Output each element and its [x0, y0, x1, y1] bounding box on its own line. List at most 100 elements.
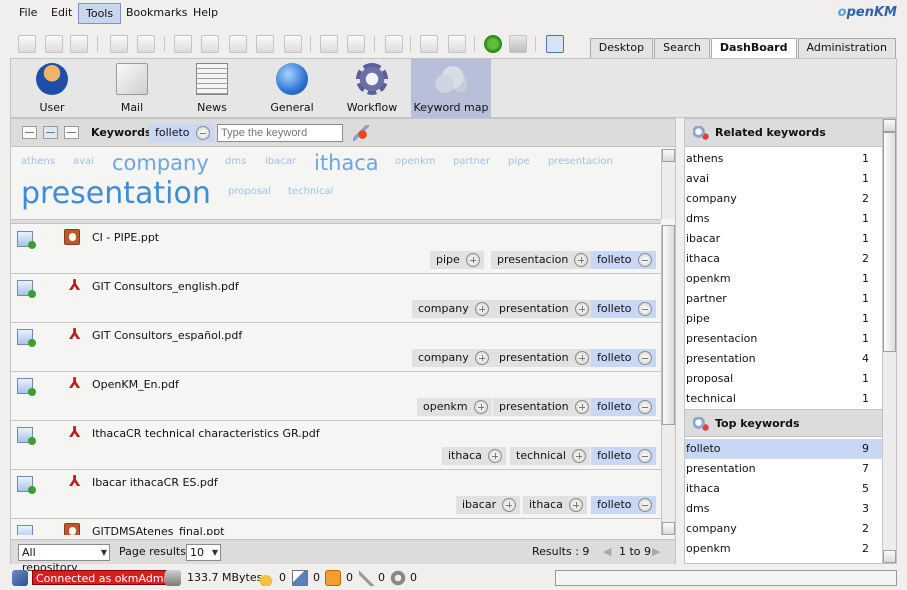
- cloud-keyword[interactable]: avai: [73, 156, 94, 167]
- related-keyword-row[interactable]: dms 1: [685, 209, 882, 229]
- table-row[interactable]: OpenKM_En.pdf openkm presentation follet…: [11, 372, 661, 421]
- keyword-chip[interactable]: folleto: [591, 496, 656, 514]
- clean-keywords-icon[interactable]: [353, 125, 369, 141]
- related-keyword-row[interactable]: presentation 4: [685, 349, 882, 369]
- related-keyword-row[interactable]: ithaca 2: [685, 249, 882, 269]
- scroll-thumb[interactable]: [662, 225, 675, 425]
- add-keyword-icon[interactable]: [574, 351, 589, 365]
- add-keyword-icon[interactable]: [574, 302, 589, 316]
- remove-keyword-icon[interactable]: [637, 400, 652, 414]
- add-keyword-icon[interactable]: [574, 400, 589, 414]
- page-results-select[interactable]: 10: [186, 544, 221, 561]
- top-keyword-row[interactable]: folleto 9: [685, 439, 882, 459]
- cloud-keyword[interactable]: dms: [225, 156, 246, 167]
- tab-administration[interactable]: Administration: [797, 38, 896, 58]
- cloud-keyword[interactable]: technical: [288, 186, 333, 197]
- view-medium-icon[interactable]: [43, 126, 58, 139]
- cloud-keyword[interactable]: proposal: [228, 186, 271, 197]
- table-row[interactable]: GIT Consultors_español.pdf company prese…: [11, 323, 661, 372]
- related-keyword-row[interactable]: company 2: [685, 189, 882, 209]
- keyword-chip[interactable]: presentation: [493, 398, 593, 416]
- keyword-chip[interactable]: folleto: [591, 300, 656, 318]
- add-to-clipboard-icon[interactable]: [17, 231, 36, 249]
- keyword-chip[interactable]: folleto: [591, 349, 656, 367]
- add-keyword-icon[interactable]: [474, 302, 489, 316]
- table-row[interactable]: GITDMSAtenes_final.ppt: [11, 519, 661, 535]
- add-keyword-icon[interactable]: [574, 253, 589, 267]
- keyword-chip[interactable]: ithaca: [523, 496, 587, 514]
- tab-desktop[interactable]: Desktop: [589, 38, 654, 58]
- document-name[interactable]: IthacaCR technical characteristics GR.pd…: [92, 427, 320, 440]
- document-name[interactable]: GIT Consultors_english.pdf: [92, 280, 239, 293]
- related-keyword-row[interactable]: athens 1: [685, 149, 882, 169]
- keyword-chip[interactable]: company: [412, 349, 493, 367]
- dash-tool-general[interactable]: General: [252, 59, 332, 118]
- mail-icon[interactable]: [325, 570, 341, 586]
- add-keyword-icon[interactable]: [473, 400, 488, 414]
- keyword-chip[interactable]: folleto: [591, 251, 656, 269]
- related-keyword-row[interactable]: proposal 1: [685, 369, 882, 389]
- view-large-icon[interactable]: [64, 126, 79, 139]
- cloud-keyword[interactable]: company: [112, 151, 209, 175]
- menu-help[interactable]: Help: [186, 3, 225, 24]
- cloud-keyword[interactable]: openkm: [395, 156, 436, 167]
- add-keyword-icon[interactable]: [474, 351, 489, 365]
- remove-keyword-icon[interactable]: [637, 351, 652, 365]
- add-to-clipboard-icon[interactable]: [17, 280, 36, 298]
- cancel-checkout-icon[interactable]: [284, 35, 302, 53]
- top-keyword-row[interactable]: dms 3: [685, 499, 882, 519]
- related-keyword-row[interactable]: partner 1: [685, 289, 882, 309]
- add-keyword-icon[interactable]: [502, 498, 517, 512]
- keyword-chip[interactable]: folleto: [591, 447, 656, 465]
- add-keyword-icon[interactable]: [465, 253, 480, 267]
- remove-subscription-icon[interactable]: [448, 35, 466, 53]
- related-keyword-row[interactable]: avai 1: [685, 169, 882, 189]
- locked-documents-icon[interactable]: [258, 570, 274, 586]
- dash-tool-mail[interactable]: Mail: [92, 59, 172, 118]
- add-keyword-icon[interactable]: [571, 449, 586, 463]
- find-document-icon[interactable]: [70, 35, 88, 53]
- document-name[interactable]: GITDMSAtenes_final.ppt: [92, 525, 225, 535]
- add-to-clipboard-icon[interactable]: [17, 329, 36, 347]
- checkout-documents-icon[interactable]: [292, 570, 308, 586]
- cloud-keyword[interactable]: partner: [453, 156, 490, 167]
- keyword-chip[interactable]: company: [412, 300, 493, 318]
- top-keyword-row[interactable]: ithaca 5: [685, 479, 882, 499]
- view-small-icon[interactable]: [22, 126, 37, 139]
- add-keyword-icon[interactable]: [487, 449, 502, 463]
- keyword-chip[interactable]: presentacion: [491, 251, 593, 269]
- keyword-chip[interactable]: technical: [510, 447, 590, 465]
- add-document-icon[interactable]: [174, 35, 192, 53]
- tab-search[interactable]: Search: [654, 38, 710, 58]
- add-keyword-icon[interactable]: [568, 498, 583, 512]
- menu-tools[interactable]: Tools: [78, 3, 122, 24]
- subscription-icon[interactable]: [359, 570, 375, 586]
- lock-icon[interactable]: [110, 35, 128, 53]
- find-folder-icon[interactable]: [45, 35, 63, 53]
- checkout-icon[interactable]: [229, 35, 247, 53]
- add-to-clipboard-icon[interactable]: [17, 476, 36, 494]
- refresh-icon[interactable]: [484, 35, 502, 53]
- menu-bookmarks[interactable]: Bookmarks: [119, 3, 194, 24]
- dash-tool-news[interactable]: News: [172, 59, 252, 118]
- menu-file[interactable]: File: [12, 3, 44, 24]
- repository-select[interactable]: All repository: [18, 544, 110, 574]
- add-subscription-icon[interactable]: [420, 35, 438, 53]
- download-icon[interactable]: [201, 35, 219, 53]
- cloud-keyword[interactable]: presentation: [21, 176, 211, 211]
- cloud-keyword[interactable]: ithaca: [314, 151, 379, 175]
- splitter[interactable]: [11, 219, 661, 224]
- top-keyword-row[interactable]: presentation 7: [685, 459, 882, 479]
- scroll-down-icon[interactable]: [883, 550, 896, 563]
- remove-keyword-icon[interactable]: [195, 126, 210, 140]
- create-folder-icon[interactable]: [18, 35, 36, 53]
- keyword-chip[interactable]: presentation: [493, 300, 593, 318]
- keyword-chip[interactable]: ibacar: [456, 496, 521, 514]
- workflow-icon[interactable]: [385, 35, 403, 53]
- cloud-scrollbar[interactable]: [661, 149, 675, 219]
- keyword-input[interactable]: [217, 124, 343, 142]
- keyword-chip[interactable]: ithaca: [442, 447, 506, 465]
- cloud-keyword[interactable]: presentacion: [548, 156, 613, 167]
- keyword-chip[interactable]: pipe: [430, 251, 484, 269]
- selected-keyword-chip[interactable]: folleto: [149, 124, 214, 142]
